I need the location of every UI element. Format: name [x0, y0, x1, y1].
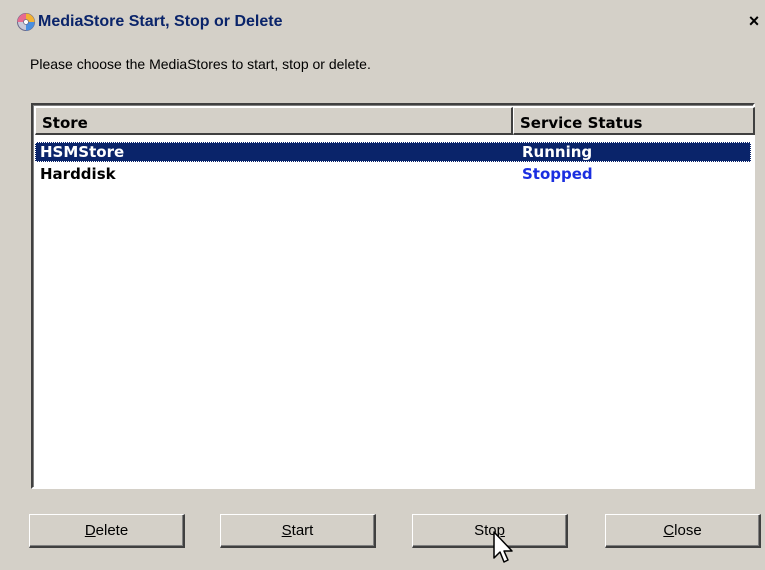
close-window-button[interactable]: × [743, 11, 765, 33]
stop-button[interactable]: Stop [412, 514, 568, 548]
delete-mnemonic: D [84, 522, 96, 539]
table-row-hsmstore[interactable]: HSMStore Running [35, 142, 751, 162]
close-label-rest: lose [674, 522, 702, 539]
mouse-pointer-icon [493, 531, 513, 563]
service-status: Running [522, 143, 593, 161]
start-mnemonic: S [281, 522, 292, 539]
close-mnemonic: C [663, 522, 675, 539]
start-button[interactable]: Start [220, 514, 376, 548]
mediastore-list[interactable]: Store Service Status HSMStore Running Ha… [31, 103, 755, 489]
mediastore-dialog: MediaStore Start, Stop or Delete × Pleas… [0, 0, 765, 570]
column-header-service-status[interactable]: Service Status [513, 107, 755, 135]
instruction-text: Please choose the MediaStores to start, … [30, 56, 371, 72]
store-name: Harddisk [40, 165, 116, 183]
window-title: MediaStore Start, Stop or Delete [38, 13, 283, 30]
title-bar[interactable]: MediaStore Start, Stop or Delete × [10, 10, 765, 34]
store-name: HSMStore [40, 143, 125, 161]
close-icon: × [748, 11, 760, 31]
list-header: Store Service Status [35, 107, 755, 135]
start-label-rest: tart [291, 522, 314, 539]
service-status: Stopped [522, 165, 593, 183]
mediastore-app-icon [17, 13, 35, 31]
close-button[interactable]: Close [605, 514, 761, 548]
column-header-store[interactable]: Store [35, 107, 513, 135]
delete-button[interactable]: Delete [29, 514, 185, 548]
table-row-harddisk[interactable]: Harddisk Stopped [35, 164, 751, 184]
delete-label-rest: elete [95, 522, 129, 539]
